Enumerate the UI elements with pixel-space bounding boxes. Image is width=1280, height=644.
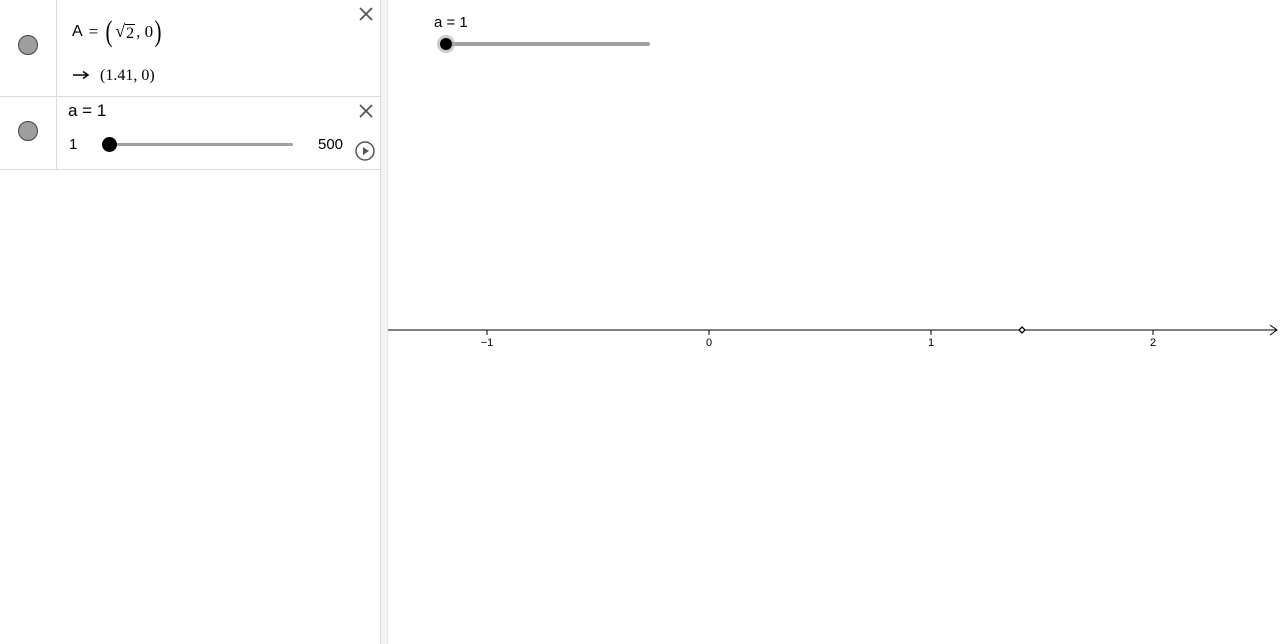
point-a-marker[interactable]	[1018, 326, 1026, 334]
close-icon	[359, 104, 373, 118]
play-icon	[355, 141, 375, 161]
graphics-view[interactable]: a = 1 −1 0 1 2	[388, 0, 1280, 644]
algebra-view: A = ( √ 2 , 0 ) (1.41, 0) a = 1 1 500	[0, 0, 380, 644]
panel-splitter[interactable]	[380, 0, 388, 644]
slider-definition[interactable]: a = 1	[68, 101, 106, 121]
point-value: (1.41, 0)	[72, 64, 155, 88]
x-tick-label: −1	[481, 337, 494, 349]
point-definition[interactable]: A = ( √ 2 , 0 )	[72, 16, 163, 48]
visibility-column	[0, 97, 57, 169]
algebra-item-point-a[interactable]: A = ( √ 2 , 0 ) (1.41, 0)	[0, 0, 380, 97]
left-paren: (	[105, 15, 113, 48]
visibility-toggle-icon[interactable]	[18, 121, 38, 141]
delete-point-button[interactable]	[358, 6, 374, 22]
play-button[interactable]	[355, 141, 375, 161]
x-tick-label: 2	[1150, 337, 1156, 349]
close-icon	[359, 7, 373, 21]
slider-track[interactable]	[110, 143, 293, 146]
graphics-canvas[interactable]: −1 0 1 2	[388, 0, 1280, 644]
visibility-toggle-icon[interactable]	[18, 35, 38, 55]
point-numeric-value: (1.41, 0)	[100, 67, 155, 84]
x-tick-label: 1	[928, 337, 934, 349]
right-paren: )	[154, 15, 162, 48]
algebra-item-slider-a[interactable]: a = 1 1 500	[0, 97, 380, 170]
point-a[interactable]	[1018, 326, 1026, 334]
graphics-slider-knob[interactable]	[440, 38, 452, 50]
equals-sign: =	[88, 22, 99, 41]
x-axis-ticks: −1 0 1 2	[481, 330, 1156, 349]
arrow-right-icon	[72, 67, 90, 85]
delete-slider-button[interactable]	[358, 103, 374, 119]
sqrt-symbol-icon: √	[115, 20, 126, 41]
point-y-coordinate: , 0	[136, 22, 154, 41]
sqrt-argument: 2	[125, 23, 136, 42]
slider-min-value[interactable]: 1	[69, 136, 77, 153]
point-name: A	[72, 23, 83, 40]
sqrt-expression: √ 2	[115, 20, 136, 43]
x-tick-label: 0	[706, 337, 712, 349]
slider-knob[interactable]	[102, 137, 117, 152]
slider-max-value[interactable]: 500	[318, 136, 343, 153]
visibility-column	[0, 0, 57, 96]
